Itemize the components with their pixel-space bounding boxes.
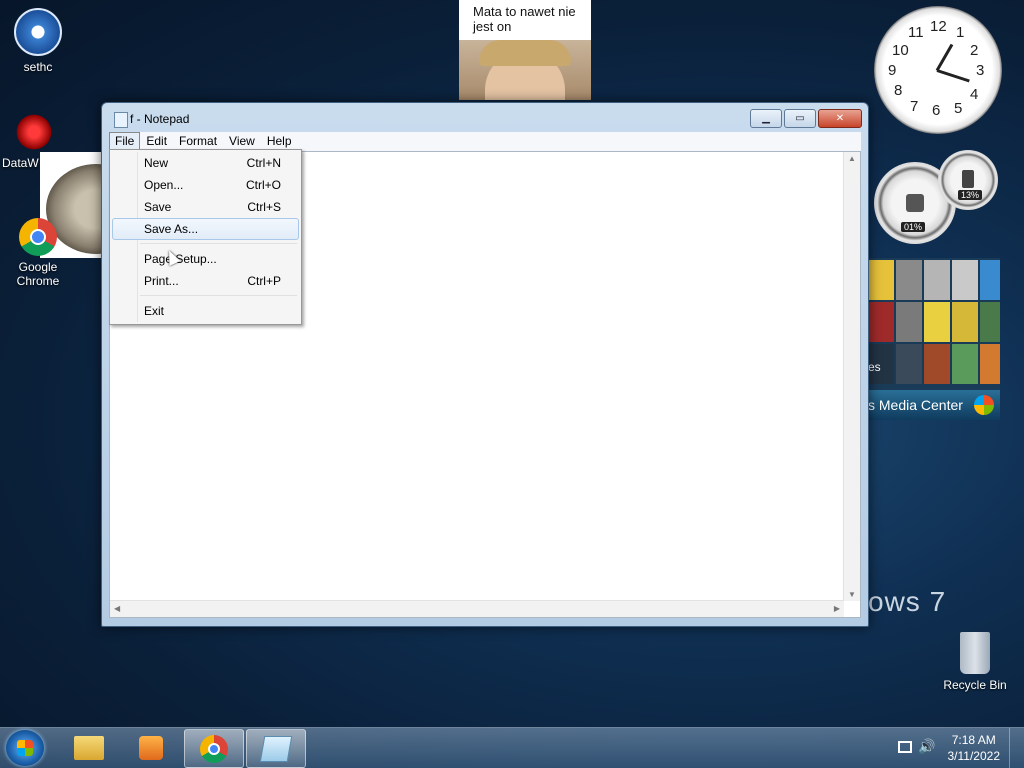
clock-number: 11 <box>908 24 924 41</box>
clock-number: 6 <box>932 102 941 119</box>
taskbar: 🔊 7:18 AM 3/11/2022 <box>0 727 1024 768</box>
clock-number: 2 <box>970 42 979 59</box>
taskbar-chrome[interactable] <box>184 729 244 768</box>
menu-item-exit[interactable]: Exit <box>112 301 299 321</box>
windows-orb-icon <box>974 395 994 415</box>
scroll-left-icon[interactable]: ◀ <box>114 604 120 613</box>
clock-number: 7 <box>910 98 919 115</box>
taskbar-notepad[interactable] <box>246 729 306 768</box>
cpu-icon <box>906 194 924 212</box>
dataw-icon <box>14 112 54 152</box>
desktop-icon-sethc[interactable]: sethc <box>0 8 78 74</box>
caption-buttons: ▁ ▭ ✕ <box>750 109 862 128</box>
windows-logo-icon <box>17 740 33 756</box>
network-icon[interactable] <box>898 741 912 753</box>
menu-item-page-setup[interactable]: Page Setup... <box>112 249 299 269</box>
memory-percent: 13% <box>958 190 983 200</box>
menu-item-label: Exit <box>144 304 165 318</box>
desktop-icon-label: Recycle Bin <box>943 678 1007 692</box>
menu-item-label: Open... <box>144 178 184 192</box>
desktop-icon-recycle-bin[interactable]: Recycle Bin <box>935 632 1015 692</box>
menu-item-shortcut: Ctrl+N <box>246 156 281 170</box>
menu-item-label: Save As... <box>144 222 199 236</box>
media-player-icon <box>139 735 163 760</box>
scroll-down-icon[interactable]: ▼ <box>848 590 856 599</box>
horizontal-scrollbar[interactable]: ◀ ▶ <box>110 600 844 617</box>
clock-hour-hand <box>936 69 970 83</box>
clock-gadget[interactable]: 12 1 2 3 4 5 6 7 8 9 10 11 <box>874 6 1002 134</box>
taskbar-time: 7:18 AM <box>951 733 996 747</box>
menu-item-label: Page Setup... <box>144 252 217 266</box>
menu-separator <box>140 243 297 244</box>
memory-icon <box>962 170 974 188</box>
taskbar-clock[interactable]: 7:18 AM 3/11/2022 <box>948 732 1001 764</box>
windows7-wallpaper-text: ows 7 <box>868 586 947 617</box>
minimize-button[interactable]: ▁ <box>750 109 782 128</box>
menu-item-label: Save <box>144 200 172 214</box>
desktop-icon-label: sethc <box>23 60 53 74</box>
menu-item-new[interactable]: New Ctrl+N <box>112 153 299 173</box>
cpu-percent: 01% <box>901 222 926 232</box>
vertical-scrollbar[interactable]: ▲ ▼ <box>843 152 860 601</box>
menu-separator <box>140 295 297 296</box>
clock-number: 1 <box>956 24 965 41</box>
desktop-icon-label: Google Chrome <box>16 260 60 288</box>
sticker-caption: Mata to nawet nie jest on <box>473 4 576 34</box>
clock-number: 12 <box>930 18 947 35</box>
show-desktop-button[interactable] <box>1009 728 1024 768</box>
menu-item-open[interactable]: Open... Ctrl+O <box>112 175 299 195</box>
file-menu-dropdown: New Ctrl+N Open... Ctrl+O Save Ctrl+S Sa… <box>109 149 302 325</box>
sticker-photo <box>459 40 591 100</box>
menu-item-label: New <box>144 156 169 170</box>
system-tray: 🔊 7:18 AM 3/11/2022 <box>884 728 1024 768</box>
desktop-icon-chrome[interactable]: Google Chrome <box>0 218 78 288</box>
notepad-icon <box>114 112 128 128</box>
menu-item-save[interactable]: Save Ctrl+S <box>112 197 299 217</box>
maximize-button[interactable]: ▭ <box>784 109 816 128</box>
clock-number: 5 <box>954 100 963 117</box>
taskbar-explorer[interactable] <box>60 729 118 766</box>
close-button[interactable]: ✕ <box>818 109 862 128</box>
taskbar-media-player[interactable] <box>122 729 180 766</box>
clock-number: 4 <box>970 86 979 103</box>
media-center-tiles <box>866 258 1000 386</box>
volume-icon[interactable]: 🔊 <box>918 738 935 755</box>
sethc-icon <box>14 8 62 56</box>
memory-gauge[interactable]: 13% <box>938 150 998 210</box>
scroll-right-icon[interactable]: ▶ <box>834 604 840 613</box>
clock-number: 10 <box>892 42 909 59</box>
clock-number: 8 <box>894 82 903 99</box>
menu-item-save-as[interactable]: Save As... <box>112 218 299 240</box>
start-button[interactable] <box>6 730 44 766</box>
menu-item-shortcut: Ctrl+P <box>247 274 281 288</box>
folder-icon <box>74 735 104 760</box>
sticker-image: Mata to nawet nie jest on <box>459 0 591 100</box>
clock-number: 3 <box>976 62 985 79</box>
notepad-icon <box>259 735 293 762</box>
window-title: f - Notepad <box>130 112 190 126</box>
clock-number: 9 <box>888 62 897 79</box>
scroll-up-icon[interactable]: ▲ <box>848 154 856 163</box>
media-center-gadget[interactable]: es s Media Center <box>866 258 1000 420</box>
menu-item-label: Print... <box>144 274 179 288</box>
clock-minute-hand <box>935 43 954 72</box>
taskbar-date: 3/11/2022 <box>947 749 1001 763</box>
recycle-bin-icon <box>960 632 990 674</box>
menu-item-shortcut: Ctrl+S <box>247 200 281 214</box>
media-center-side-text: es <box>868 360 881 374</box>
menu-item-print[interactable]: Print... Ctrl+P <box>112 271 299 291</box>
notepad-titlebar[interactable]: f - Notepad ▁ ▭ ✕ <box>102 103 868 133</box>
desktop-icon-label: DataW <box>2 156 39 170</box>
menu-item-shortcut: Ctrl+O <box>245 178 281 192</box>
chrome-icon <box>19 218 57 256</box>
chrome-icon <box>200 734 228 763</box>
hair-shape <box>479 40 571 66</box>
